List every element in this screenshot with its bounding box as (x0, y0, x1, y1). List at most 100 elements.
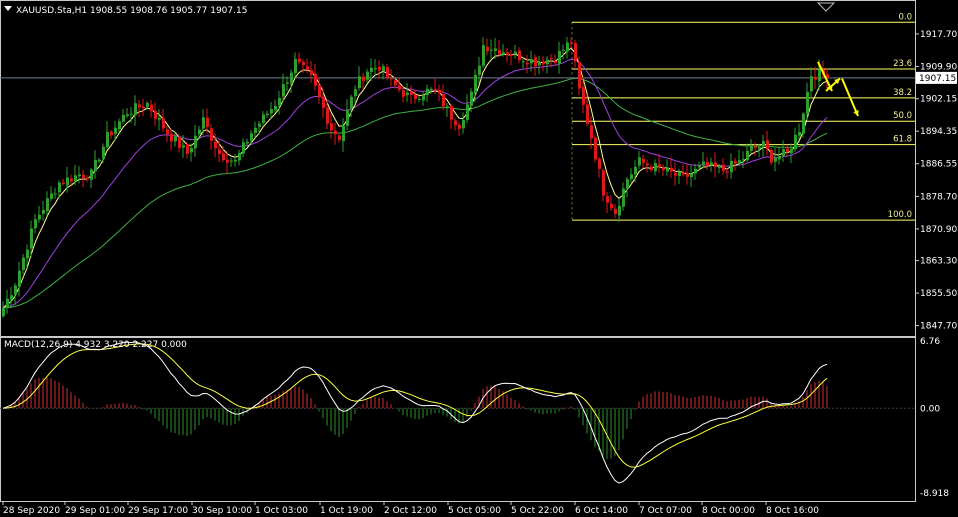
candle-body (646, 163, 649, 166)
candle-body (770, 150, 773, 163)
candle-body (578, 62, 581, 89)
candle-body (194, 135, 197, 149)
candle-body (806, 92, 809, 114)
candle-body (374, 68, 377, 70)
candle-body (754, 146, 757, 148)
candle-body (370, 67, 373, 72)
candle-body (774, 158, 777, 162)
candle-body (222, 153, 225, 161)
candle-body (110, 131, 113, 136)
candle-body (562, 49, 565, 51)
candle-body (654, 163, 657, 172)
candle-body (78, 174, 81, 177)
candle-body (338, 135, 341, 140)
candle-body (66, 177, 69, 186)
candle-body (518, 50, 521, 61)
candle-body (330, 123, 333, 131)
candle-body (246, 141, 249, 144)
candle-body (366, 71, 369, 80)
candle-body (238, 152, 241, 161)
candle-body (290, 72, 293, 84)
candle-body (218, 149, 221, 155)
candle-body (230, 160, 233, 162)
candle-body (6, 298, 9, 309)
candle-body (38, 214, 41, 220)
time-tick-label: 7 Oct 07:00 (639, 506, 692, 516)
candle-body (686, 173, 689, 177)
candle-body (286, 82, 289, 84)
candle-body (2, 307, 5, 317)
candle-body (34, 219, 37, 229)
candle-body (90, 169, 93, 180)
candle-body (358, 76, 361, 88)
time-tick-label: 1 Oct 03:00 (255, 506, 308, 516)
candle-body (650, 166, 653, 171)
candle-body (278, 98, 281, 106)
candle-body (670, 168, 673, 172)
candle-body (782, 149, 785, 157)
candle-body (386, 67, 389, 78)
candle-body (622, 188, 625, 207)
time-tick-label: 30 Sep 10:00 (192, 506, 252, 516)
candle-body (434, 88, 437, 90)
candle-body (554, 61, 557, 63)
candle-body (450, 105, 453, 120)
candle-body (106, 131, 109, 147)
candle-body (630, 174, 633, 180)
time-tick-label: 29 Sep 01:00 (65, 506, 125, 516)
candle-body (258, 123, 261, 127)
fib-level-label: 61.8 (893, 135, 912, 145)
candle-body (550, 58, 553, 60)
candle-body (514, 51, 517, 55)
candle-body (298, 58, 301, 63)
price-chart[interactable]: 0.0 23.6 38.2 50.0 61.8 100.0 1917.70 1909.90 1… (0, 0, 958, 517)
candle-body (574, 43, 577, 62)
candle-body (346, 109, 349, 126)
candle-body (594, 137, 597, 160)
candle-body (442, 94, 445, 107)
candle-body (758, 147, 761, 149)
candle-body (634, 166, 637, 175)
candle-body (814, 76, 817, 80)
candle-body (482, 45, 485, 66)
candle-body (394, 80, 397, 86)
fib-level-label: 23.6 (893, 59, 912, 69)
fib-level-label: 0.0 (898, 12, 912, 22)
time-tick-label: 5 Oct 22:00 (511, 506, 564, 516)
candle-body (510, 54, 513, 56)
candle-body (206, 117, 209, 127)
candle-body (790, 148, 793, 154)
candle-body (14, 285, 17, 295)
candle-body (818, 69, 821, 82)
candle-body (726, 171, 729, 173)
candle-body (734, 161, 737, 164)
ohlc-label: 1908.55 1908.76 1905.77 1907.15 (90, 6, 247, 16)
candle-body (722, 164, 725, 171)
candle-body (558, 50, 561, 64)
candle-body (82, 174, 85, 178)
symbol-label: XAUUSD.Sta,H1 (16, 6, 87, 16)
time-tick-label: 8 Oct 16:00 (766, 506, 819, 516)
macd-tick-label: 6.76 (920, 337, 940, 347)
candle-body (470, 91, 473, 106)
candle-body (530, 59, 533, 64)
candle-body (362, 76, 365, 82)
price-tick-label: 1909.90 (920, 62, 957, 72)
candle-body (142, 106, 145, 109)
candle-body (178, 137, 181, 148)
candle-body (102, 146, 105, 159)
candle-body (418, 98, 421, 100)
candle-body (326, 107, 329, 124)
price-tick-label: 1886.55 (920, 160, 957, 170)
macd-tick-label: -8.918 (920, 489, 949, 499)
candle-body (138, 104, 141, 108)
candle-body (762, 141, 765, 147)
candle-body (62, 182, 65, 184)
candle-body (438, 89, 441, 94)
price-tick-label: 1894.35 (920, 127, 957, 137)
candle-body (426, 88, 429, 95)
candle-body (766, 140, 769, 150)
candle-body (42, 210, 45, 214)
candle-body (486, 46, 489, 52)
candle-body (214, 141, 217, 149)
